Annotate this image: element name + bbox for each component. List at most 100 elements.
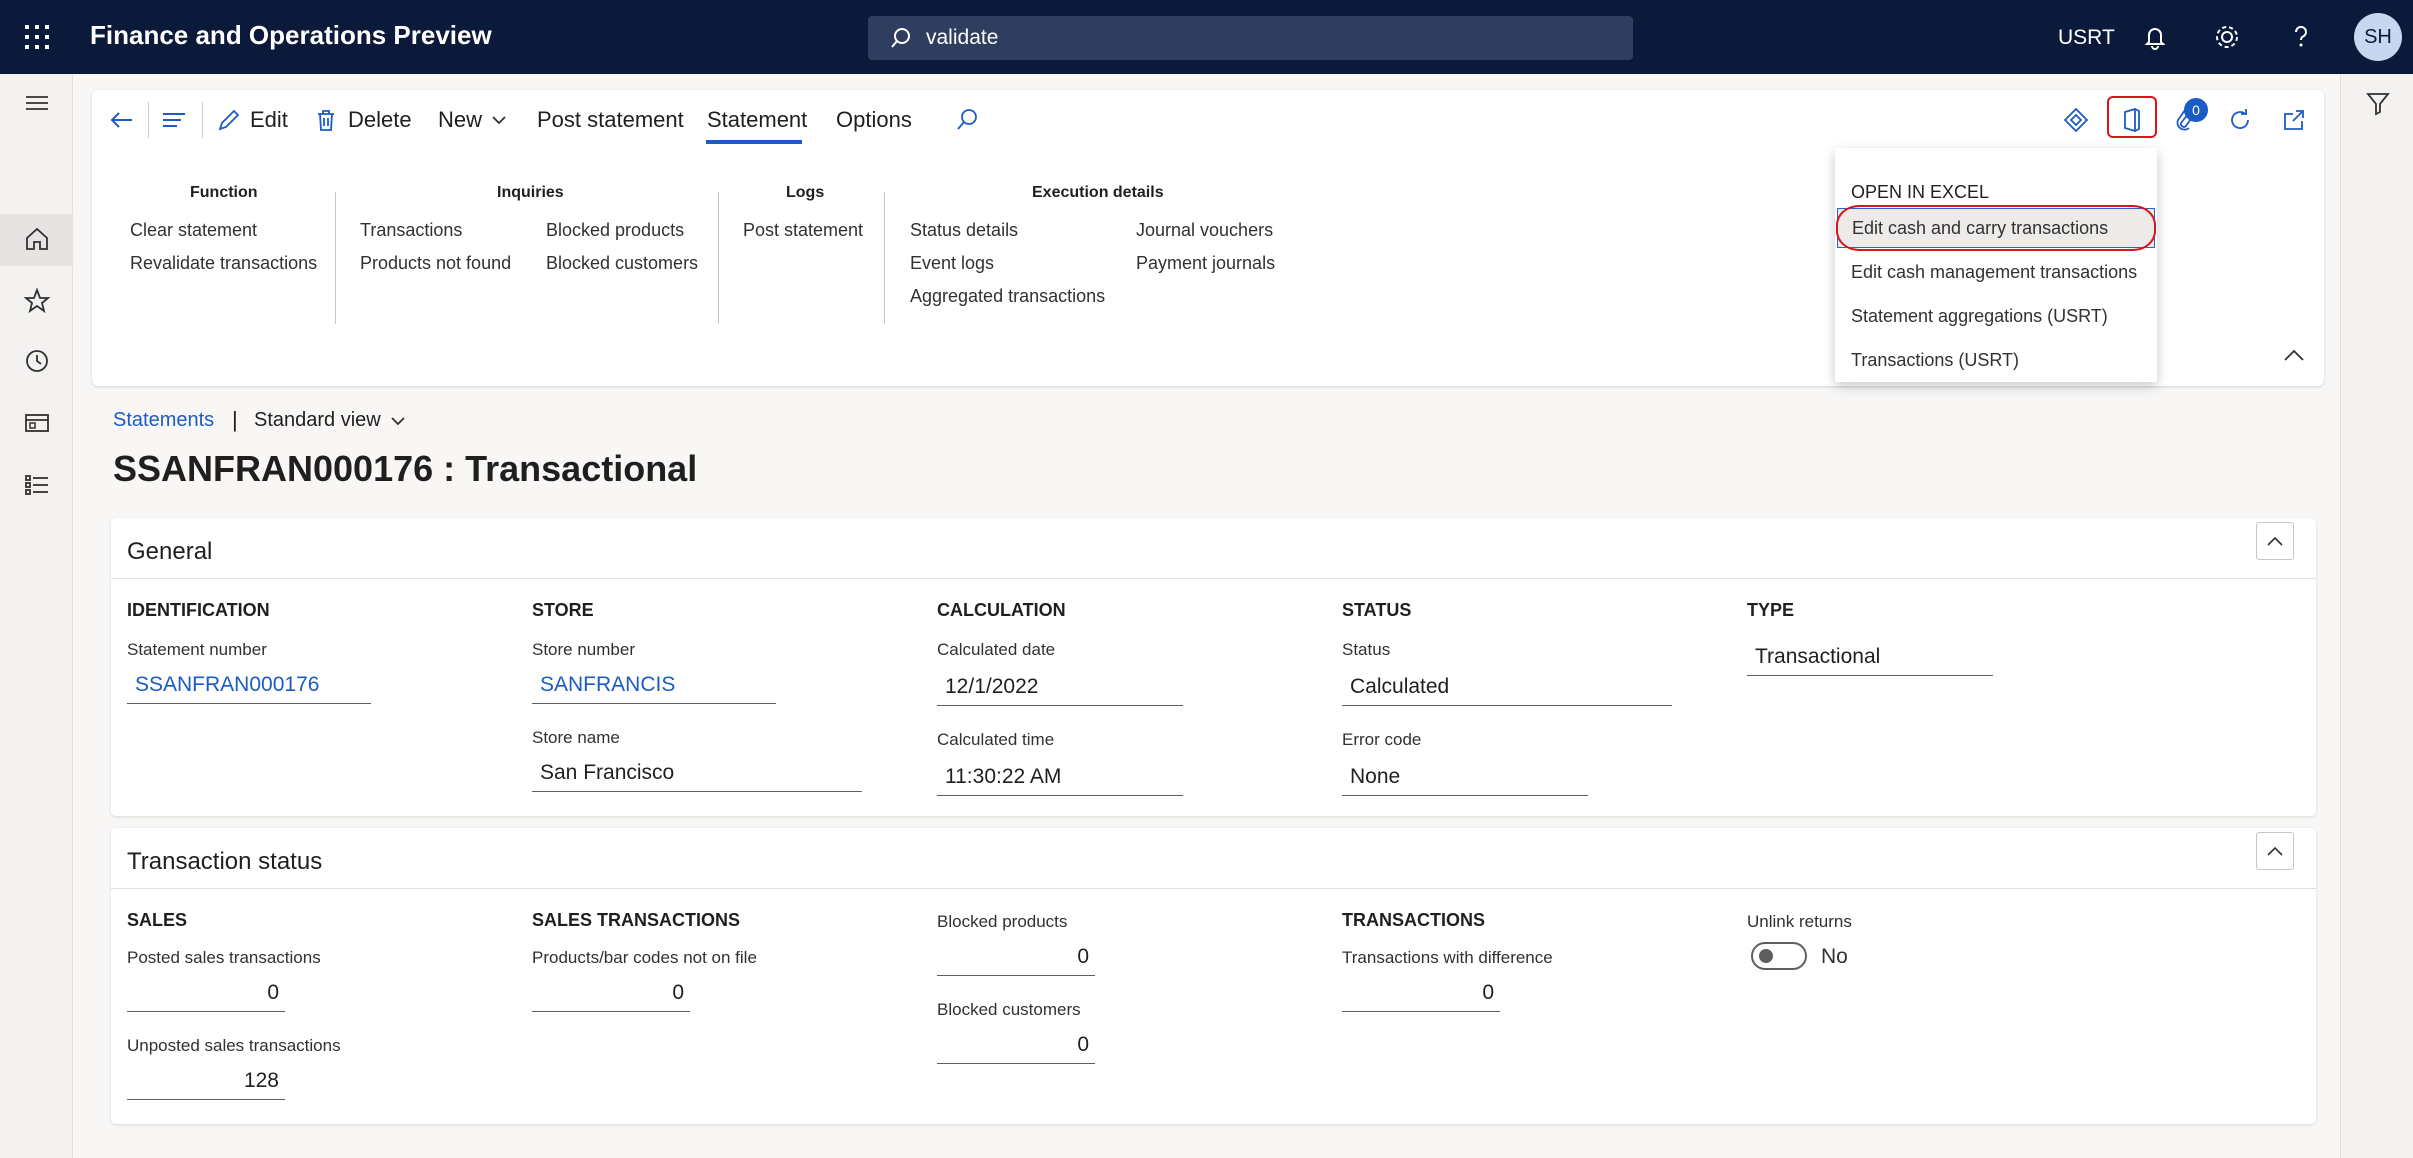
chevron-down-icon (389, 412, 407, 430)
open-in-excel-header: OPEN IN EXCEL (1851, 182, 1990, 202)
help-icon[interactable] (2286, 22, 2316, 52)
refresh-icon[interactable] (2226, 104, 2254, 136)
ribbon-revalidate-transactions[interactable]: Revalidate transactions (130, 253, 317, 274)
ribbon-clear-statement[interactable]: Clear statement (130, 220, 257, 241)
ribbon-journal-vouchers[interactable]: Journal vouchers (1136, 220, 1273, 241)
ribbon-status-details[interactable]: Status details (910, 220, 1018, 241)
sales-heading: SALES (127, 910, 188, 930)
blocked-products-field[interactable]: 0 (937, 942, 1095, 976)
ribbon-divider (884, 192, 885, 324)
top-bar: Finance and Operations Preview USRT SH (0, 0, 2413, 74)
transactions-difference-field[interactable]: 0 (1342, 978, 1500, 1012)
error-code-field[interactable]: None (1342, 762, 1588, 796)
status-field[interactable]: Calculated (1342, 672, 1672, 706)
edit-label: Edit (250, 107, 288, 132)
not-on-file-label: Products/bar codes not on file (532, 948, 757, 967)
unposted-sales-field[interactable]: 128 (127, 1066, 285, 1100)
statement-number-field[interactable]: SSANFRAN000176 (127, 670, 371, 704)
open-new-window-icon[interactable] (2280, 104, 2308, 136)
general-collapse-button[interactable] (2256, 522, 2294, 560)
calculated-date-label: Calculated date (937, 640, 1056, 659)
back-arrow-icon[interactable] (106, 104, 136, 136)
home-icon[interactable] (22, 224, 52, 254)
ribbon-logs-post-statement[interactable]: Post statement (743, 220, 863, 241)
type-field[interactable]: Transactional (1747, 642, 1993, 676)
breadcrumb-statements-link[interactable]: Statements (113, 409, 214, 432)
store-number-field[interactable]: SANFRANCIS (532, 670, 776, 704)
user-avatar[interactable]: SH (2354, 13, 2402, 61)
unlink-returns-value: No (1821, 945, 1848, 968)
ribbon-event-logs[interactable]: Event logs (910, 253, 994, 274)
calculated-time-label: Calculated time (937, 730, 1055, 749)
app-launcher-icon[interactable] (22, 22, 52, 52)
open-in-excel-menu: OPEN IN EXCEL Edit cash and carry transa… (1835, 148, 2157, 382)
action-search-icon[interactable] (954, 104, 980, 136)
chevron-down-icon (490, 111, 508, 129)
global-search-box[interactable] (868, 16, 1633, 60)
breadcrumb-separator: | (232, 407, 238, 432)
left-navigation (0, 74, 73, 1158)
unlink-returns-toggle[interactable] (1751, 942, 1807, 970)
company-picker[interactable]: USRT (2058, 26, 2115, 50)
delete-button[interactable]: Delete (314, 104, 412, 136)
office-open-icon[interactable] (2118, 104, 2146, 136)
transaction-status-card: Transaction status SALES Posted sales tr… (111, 828, 2316, 1124)
search-icon (890, 27, 912, 49)
ribbon-group-function-title: Function (190, 184, 258, 201)
recent-clock-icon[interactable] (22, 346, 52, 376)
calculated-date-field[interactable]: 12/1/2022 (937, 672, 1183, 706)
identification-heading: IDENTIFICATION (127, 600, 270, 620)
general-card-title[interactable]: General (127, 538, 212, 566)
card-divider (111, 888, 2316, 889)
posted-sales-field[interactable]: 0 (127, 978, 285, 1012)
menu-edit-cash-and-carry[interactable]: Edit cash and carry transactions (1837, 208, 2155, 248)
workspaces-icon[interactable] (22, 408, 52, 438)
favorites-star-icon[interactable] (22, 286, 52, 316)
ribbon-blocked-customers[interactable]: Blocked customers (546, 253, 698, 274)
chevron-up-icon (2265, 535, 2285, 547)
ribbon-aggregated-transactions[interactable]: Aggregated transactions (910, 286, 1105, 307)
pencil-icon (216, 107, 242, 133)
power-apps-icon[interactable] (2062, 104, 2090, 136)
post-statement-button[interactable]: Post statement (537, 104, 684, 136)
ribbon-group-execution-title: Execution details (1032, 184, 1164, 201)
app-title[interactable]: Finance and Operations Preview (90, 20, 492, 51)
transaction-status-card-title[interactable]: Transaction status (127, 848, 322, 876)
ribbon-blocked-products[interactable]: Blocked products (546, 220, 684, 241)
ribbon-collapse-chevron-up-icon[interactable] (2282, 348, 2306, 362)
transaction-status-collapse-button[interactable] (2256, 832, 2294, 870)
menu-statement-aggregations[interactable]: Statement aggregations (USRT) (1837, 296, 2155, 336)
toolbar-separator (202, 102, 203, 138)
ribbon-group-inquiries-title: Inquiries (497, 184, 564, 201)
ribbon-payment-journals[interactable]: Payment journals (1136, 253, 1275, 274)
new-dropdown-button[interactable]: New (438, 104, 508, 136)
menu-transactions-usrt[interactable]: Transactions (USRT) (1837, 340, 2155, 380)
edit-button[interactable]: Edit (216, 104, 288, 136)
transactions-difference-label: Transactions with difference (1342, 948, 1553, 967)
status-heading: STATUS (1342, 600, 1412, 620)
hamburger-menu-icon[interactable] (22, 88, 52, 118)
tab-options[interactable]: Options (836, 104, 912, 136)
page-title: SSANFRAN000176 : Transactional (113, 448, 698, 489)
ribbon-transactions[interactable]: Transactions (360, 220, 462, 241)
blocked-customers-field[interactable]: 0 (937, 1030, 1095, 1064)
ribbon-products-not-found[interactable]: Products not found (360, 253, 511, 274)
menu-edit-cash-management[interactable]: Edit cash management transactions (1837, 252, 2155, 292)
general-card: General IDENTIFICATION Statement number … (111, 518, 2316, 816)
sales-transactions-heading: SALES TRANSACTIONS (532, 910, 741, 930)
transactions-heading: TRANSACTIONS (1342, 910, 1485, 930)
modules-list-icon[interactable] (22, 470, 52, 500)
lines-menu-icon[interactable] (160, 104, 188, 136)
filter-funnel-icon[interactable] (2363, 88, 2393, 118)
store-name-field[interactable]: San Francisco (532, 758, 862, 792)
not-on-file-field[interactable]: 0 (532, 978, 690, 1012)
trash-icon (314, 107, 338, 133)
toggle-knob (1759, 949, 1773, 963)
settings-gear-icon[interactable] (2212, 22, 2242, 52)
tab-statement[interactable]: Statement (707, 104, 807, 136)
notifications-bell-icon[interactable] (2140, 22, 2170, 52)
global-search-input[interactable] (926, 26, 1606, 50)
status-label: Status (1342, 640, 1391, 659)
view-selector[interactable]: Standard view (254, 409, 407, 432)
calculated-time-field[interactable]: 11:30:22 AM (937, 762, 1183, 796)
